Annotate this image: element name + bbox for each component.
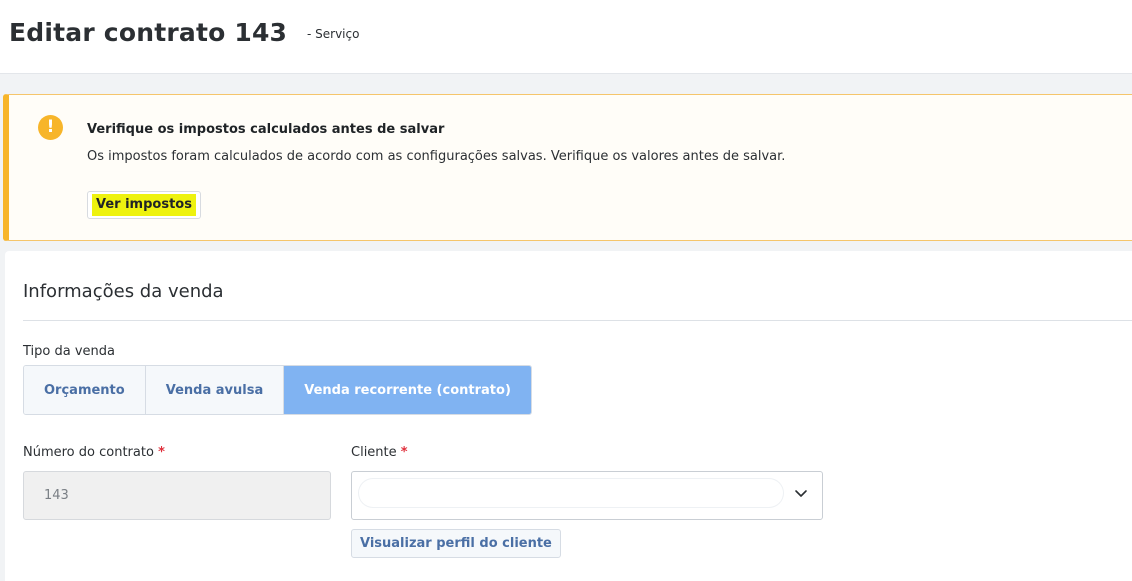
exclamation-icon: ! xyxy=(38,115,63,140)
tax-warning-alert: ! Verifique os impostos calculados antes… xyxy=(3,94,1132,241)
section-divider xyxy=(23,320,1132,321)
client-label-text: Cliente xyxy=(351,445,397,460)
client-label: Cliente * xyxy=(351,445,408,460)
page-subtitle: - Serviço xyxy=(307,27,360,41)
sale-type-option-venda-avulsa[interactable]: Venda avulsa xyxy=(145,366,285,414)
alert-message: Os impostos foram calculados de acordo c… xyxy=(87,149,786,164)
page-header: Editar contrato 143 - Serviço xyxy=(0,0,1132,74)
contract-number-label-text: Número do contrato xyxy=(23,445,154,460)
page-title: Editar contrato 143 xyxy=(9,18,288,47)
sale-info-card: Informações da venda Tipo da venda Orçam… xyxy=(5,251,1132,581)
view-taxes-button[interactable]: Ver impostos xyxy=(87,191,201,219)
contract-number-field: 143 xyxy=(23,471,331,520)
section-title: Informações da venda xyxy=(23,281,224,302)
sale-type-label: Tipo da venda xyxy=(23,344,115,359)
sale-type-option-orcamento[interactable]: Orçamento xyxy=(24,366,146,414)
view-client-profile-button[interactable]: Visualizar perfil do cliente xyxy=(351,529,561,558)
required-mark: * xyxy=(400,445,408,460)
client-select-value[interactable] xyxy=(358,478,784,508)
view-taxes-button-label: Ver impostos xyxy=(92,194,196,216)
sale-type-segmented-control: Orçamento Venda avulsa Venda recorrente … xyxy=(23,365,532,415)
contract-number-label: Número do contrato * xyxy=(23,445,165,460)
chevron-down-icon[interactable] xyxy=(794,486,808,500)
sale-type-option-venda-recorrente[interactable]: Venda recorrente (contrato) xyxy=(284,366,531,414)
alert-title: Verifique os impostos calculados antes d… xyxy=(87,122,445,137)
client-select[interactable] xyxy=(351,471,823,520)
required-mark: * xyxy=(158,445,165,460)
